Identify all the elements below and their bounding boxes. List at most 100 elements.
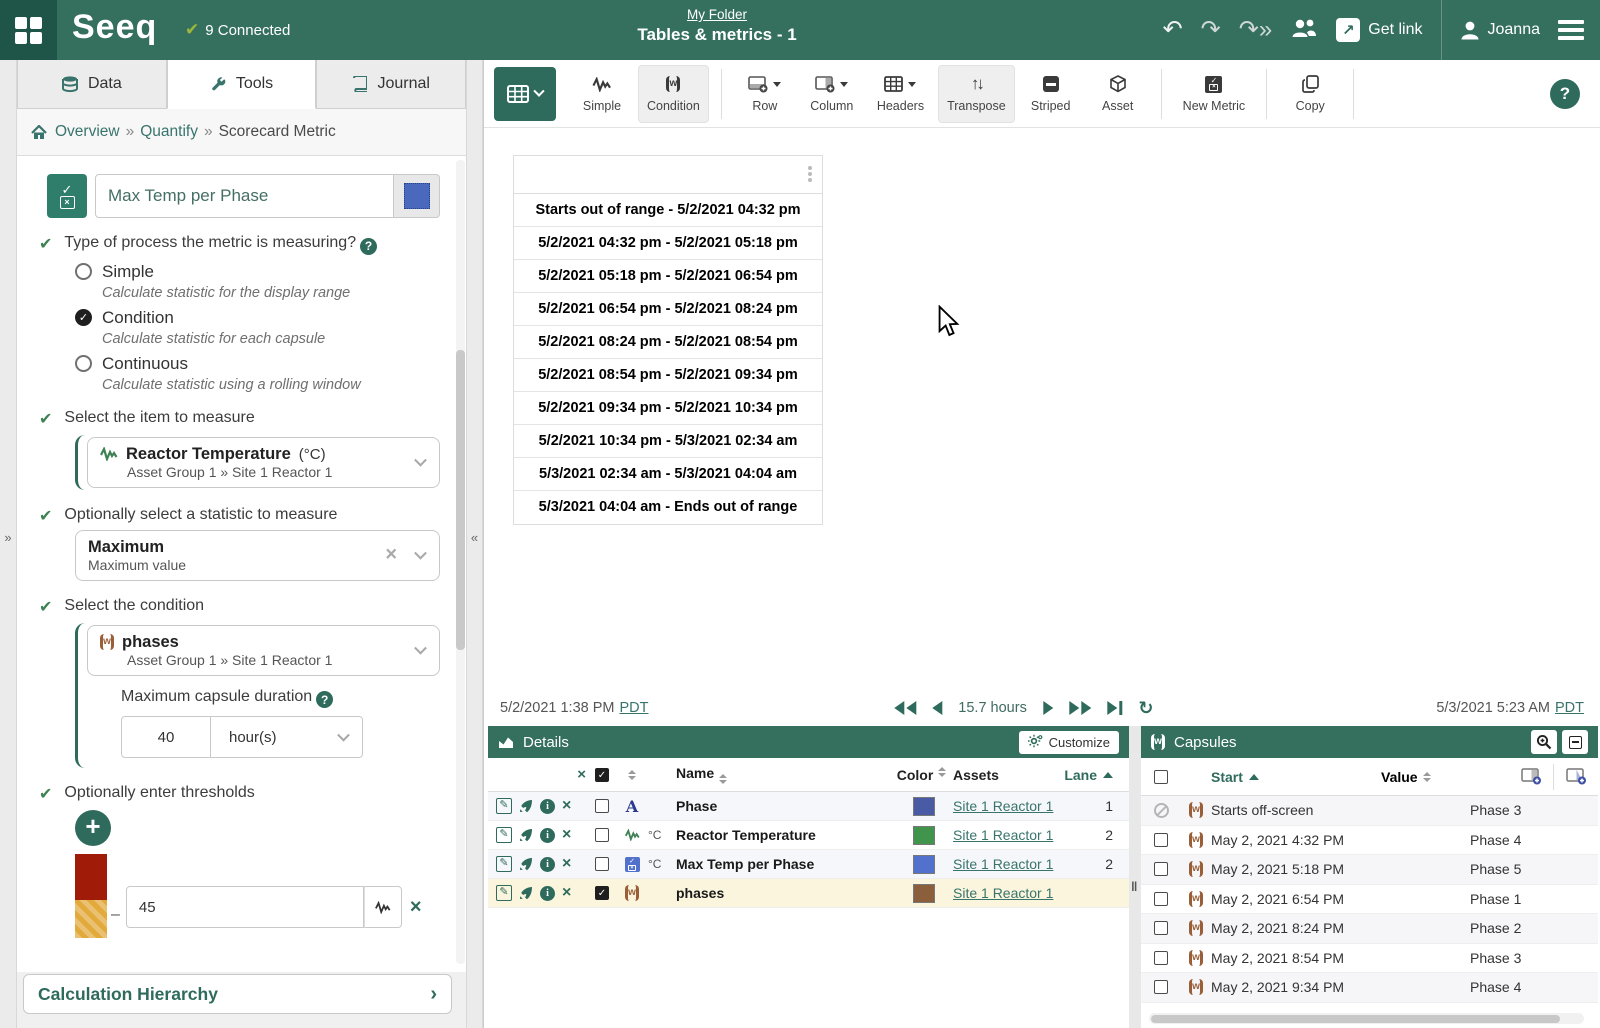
- scrollbar-thumb[interactable]: [456, 350, 465, 650]
- toolbar-transpose-button[interactable]: ↑↓ Transpose: [938, 65, 1015, 123]
- toolbar-row-button[interactable]: Row: [734, 65, 796, 123]
- breadcrumb-overview[interactable]: Overview: [55, 123, 120, 141]
- timezone-link[interactable]: PDT: [1555, 700, 1584, 716]
- add-property-column-button[interactable]: [1509, 768, 1553, 785]
- step-back-full-icon[interactable]: [894, 701, 916, 715]
- get-link-button[interactable]: ↗ Get link: [1336, 18, 1422, 42]
- color-swatch[interactable]: [913, 797, 935, 816]
- undo-icon[interactable]: ↶: [1163, 18, 1183, 42]
- asset-link[interactable]: Site 1 Reactor 1: [953, 856, 1053, 872]
- toolbar-copy-button[interactable]: Copy: [1279, 65, 1341, 123]
- threshold-value-input[interactable]: [126, 886, 364, 928]
- radio-circle[interactable]: [75, 355, 92, 372]
- sort-type-icon[interactable]: [628, 770, 636, 780]
- redo-icon[interactable]: ↷: [1201, 18, 1221, 42]
- customize-button[interactable]: Customize: [1019, 731, 1119, 754]
- select-all-checkbox[interactable]: [1154, 770, 1168, 784]
- connection-status[interactable]: ✔ 9 Connected: [185, 20, 290, 40]
- radio-continuous[interactable]: Continuous: [75, 354, 440, 374]
- info-icon[interactable]: i: [540, 857, 555, 872]
- horizontal-scrollbar[interactable]: [1149, 1013, 1584, 1024]
- remove-icon[interactable]: ×: [562, 798, 571, 814]
- redo-all-icon[interactable]: ↷»: [1239, 18, 1272, 42]
- sort-name-icon[interactable]: [719, 774, 727, 784]
- select-all-checkbox[interactable]: ✓: [595, 768, 609, 782]
- users-icon[interactable]: [1290, 18, 1318, 43]
- toolbar-striped-button[interactable]: Striped: [1020, 65, 1082, 123]
- zoom-to-capsule-button[interactable]: [1531, 730, 1557, 754]
- calculation-hierarchy-bar[interactable]: Calculation Hierarchy ›: [23, 974, 452, 1014]
- app-switcher-button[interactable]: [0, 0, 57, 60]
- duration-value-input[interactable]: [121, 716, 211, 758]
- duration-unit-select[interactable]: hour(s): [211, 716, 363, 758]
- user-menu[interactable]: Joanna: [1460, 20, 1541, 40]
- column-header-start[interactable]: Start: [1211, 769, 1381, 785]
- toolbar-new-metric-button[interactable]: ✓× New Metric: [1174, 65, 1255, 123]
- expand-left-panel-handle[interactable]: »: [0, 60, 17, 1028]
- radio-simple[interactable]: Simple: [75, 262, 440, 282]
- step-back-icon[interactable]: [932, 701, 942, 715]
- row-checkbox[interactable]: [1154, 951, 1168, 965]
- rocket-icon[interactable]: [519, 828, 533, 842]
- remove-icon[interactable]: ×: [562, 827, 571, 843]
- toolbar-headers-button[interactable]: Headers: [868, 65, 933, 123]
- row-checkbox[interactable]: [1154, 862, 1168, 876]
- help-icon[interactable]: ?: [360, 238, 377, 255]
- metric-color-button[interactable]: [394, 174, 440, 218]
- color-swatch[interactable]: [913, 826, 935, 845]
- add-stat-column-button[interactable]: [1554, 768, 1598, 785]
- info-icon[interactable]: i: [540, 828, 555, 843]
- sort-color-icon[interactable]: [938, 767, 946, 783]
- threshold-high-swatch[interactable]: [75, 854, 107, 900]
- timezone-link[interactable]: PDT: [619, 700, 648, 716]
- clear-icon[interactable]: ×: [385, 544, 397, 567]
- row-checkbox[interactable]: [595, 799, 609, 813]
- hamburger-menu-icon[interactable]: [1558, 20, 1584, 40]
- condition-dropdown[interactable]: w phases Asset Group 1 » Site 1 Reactor …: [87, 625, 440, 676]
- form-scrollbar[interactable]: [456, 160, 465, 964]
- metric-name-input[interactable]: [95, 174, 394, 218]
- table-view-dropdown-button[interactable]: [494, 67, 556, 121]
- help-icon[interactable]: ?: [316, 691, 333, 708]
- row-checkbox[interactable]: [1154, 833, 1168, 847]
- toolbar-condition-button[interactable]: w Condition: [638, 65, 709, 123]
- row-checkbox[interactable]: [1154, 980, 1168, 994]
- column-header-color[interactable]: Color: [895, 767, 953, 783]
- tab-data[interactable]: Data: [17, 60, 167, 109]
- threshold-signal-button[interactable]: [364, 886, 402, 928]
- radio-circle[interactable]: [75, 263, 92, 280]
- asset-link[interactable]: Site 1 Reactor 1: [953, 827, 1053, 843]
- help-icon[interactable]: ?: [1550, 79, 1580, 109]
- toolbar-column-button[interactable]: Column: [801, 65, 863, 123]
- rocket-icon[interactable]: [519, 799, 533, 813]
- step-forward-full-icon[interactable]: [1069, 701, 1091, 715]
- rocket-icon[interactable]: [519, 857, 533, 871]
- statistic-dropdown[interactable]: Maximum Maximum value ×: [75, 530, 440, 581]
- row-checkbox[interactable]: [595, 828, 609, 842]
- column-header-assets[interactable]: Assets: [953, 767, 1081, 783]
- asset-link[interactable]: Site 1 Reactor 1: [953, 798, 1053, 814]
- tab-tools[interactable]: Tools: [167, 60, 317, 109]
- sort-value-icon[interactable]: [1423, 772, 1431, 782]
- row-checkbox[interactable]: [1154, 892, 1168, 906]
- step-to-end-icon[interactable]: [1107, 701, 1123, 715]
- edit-icon[interactable]: ✎: [496, 798, 512, 814]
- edit-icon[interactable]: ✎: [496, 827, 512, 843]
- color-swatch[interactable]: [913, 855, 935, 874]
- remove-all-icon[interactable]: ×: [577, 766, 586, 783]
- remove-icon[interactable]: ×: [562, 856, 571, 872]
- info-icon[interactable]: i: [540, 886, 555, 901]
- asset-link[interactable]: Site 1 Reactor 1: [953, 885, 1053, 901]
- remove-threshold-icon[interactable]: ×: [410, 896, 422, 919]
- column-header-lane[interactable]: Lane: [1081, 767, 1129, 783]
- home-icon[interactable]: [31, 125, 47, 140]
- radio-selected-icon[interactable]: ✓: [75, 309, 92, 326]
- folder-breadcrumb-link[interactable]: My Folder: [687, 7, 747, 22]
- column-header-value[interactable]: Value: [1381, 769, 1509, 785]
- tab-journal[interactable]: Journal: [316, 60, 466, 109]
- step-forward-icon[interactable]: [1043, 701, 1053, 715]
- remove-icon[interactable]: ×: [562, 885, 571, 901]
- minimize-panel-button[interactable]: [1562, 730, 1588, 754]
- info-icon[interactable]: i: [540, 799, 555, 814]
- toolbar-asset-button[interactable]: Asset: [1087, 65, 1149, 123]
